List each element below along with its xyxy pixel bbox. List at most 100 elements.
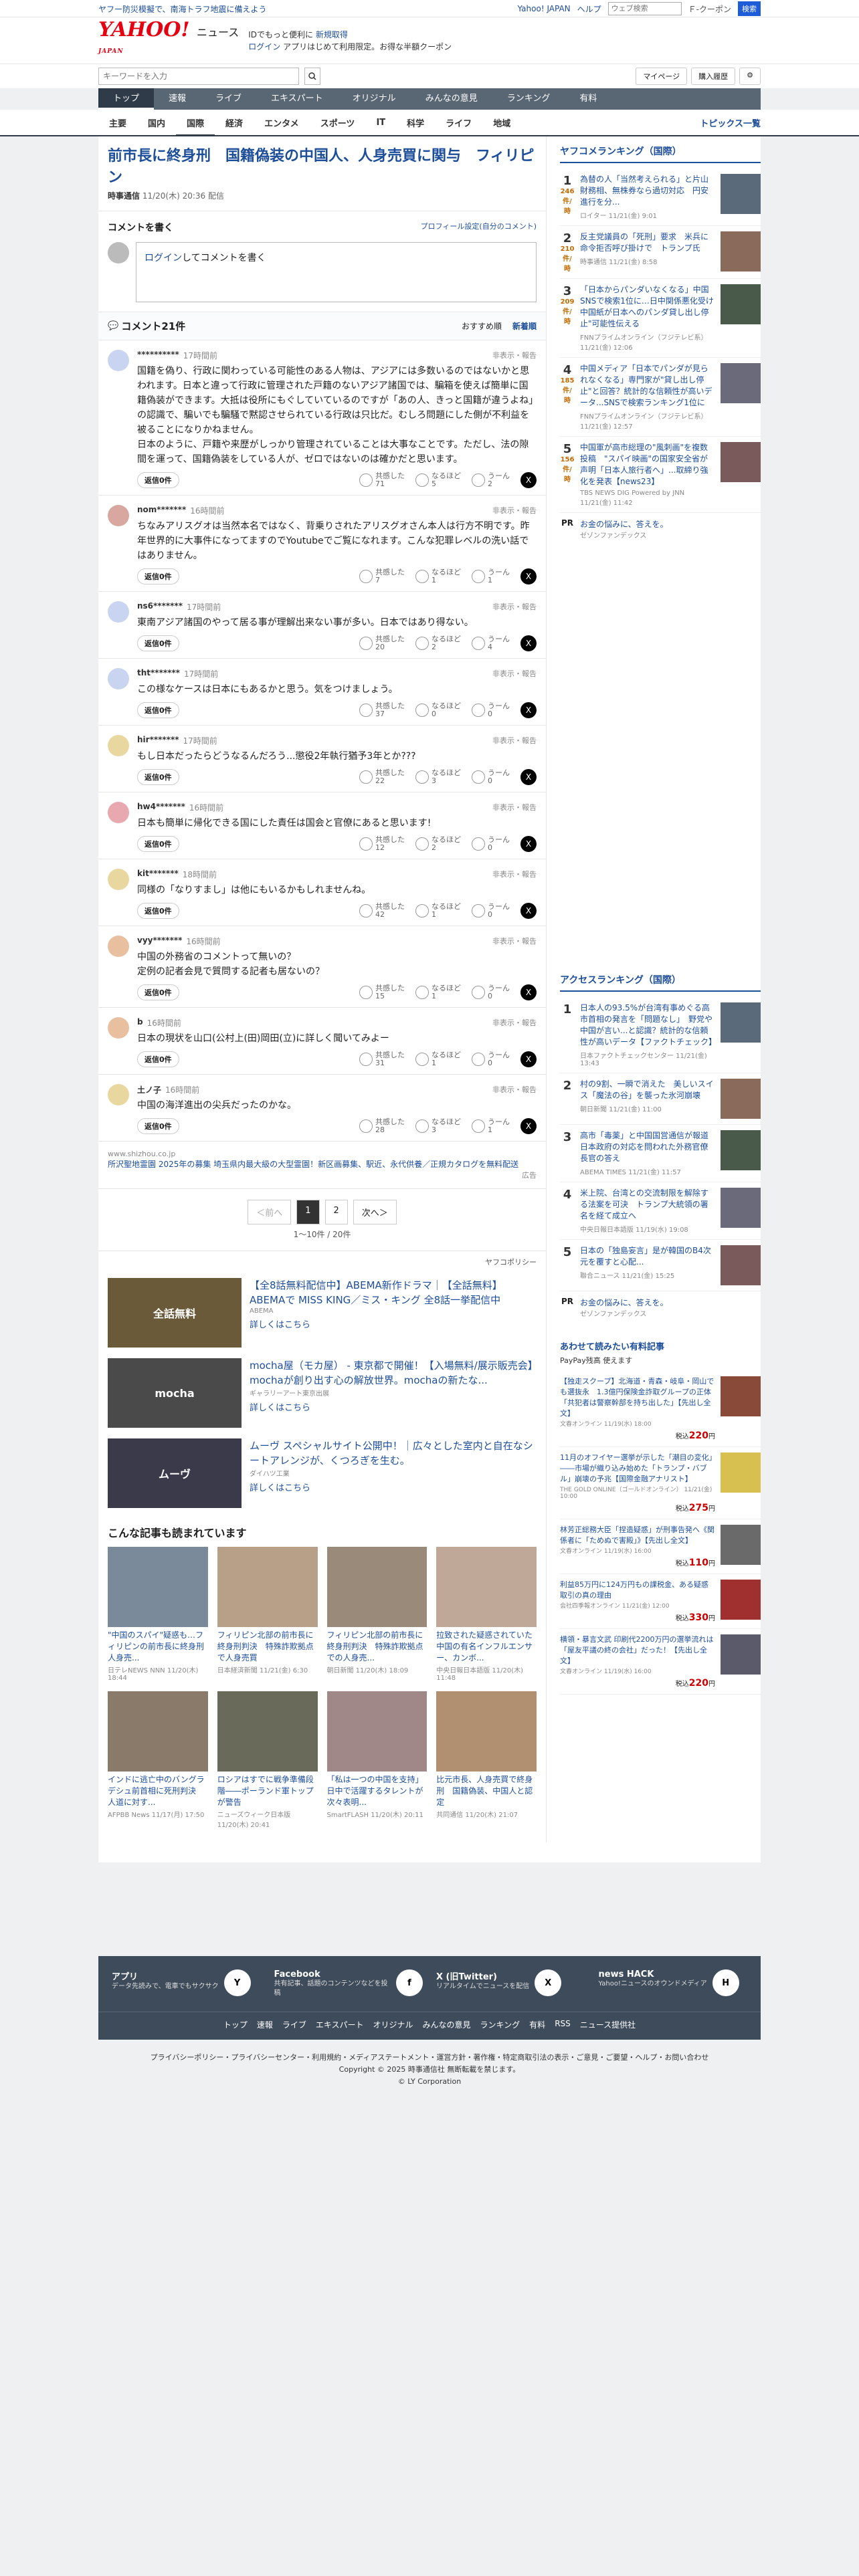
report-link[interactable]: 非表示・報告 [492, 936, 537, 947]
app-icon[interactable]: X [535, 1969, 562, 1996]
paid-title[interactable]: 横領・暴言文武 印刷代2200万円の選挙流れは「屋友平議の終の会社」だった！【先… [560, 1634, 715, 1667]
comment-login-link[interactable]: ログイン [145, 253, 182, 263]
rank-title[interactable]: 為替の人「当然考えられる」と片山財務相、無株券なら過切対応 円安進行を分... [580, 174, 715, 208]
subnav-item[interactable]: 経済 [215, 116, 254, 129]
hmm-button[interactable]: うーん 2 [472, 472, 510, 488]
x-share-icon[interactable]: X [520, 1051, 537, 1067]
rank-title[interactable]: 日本人の93.5%が台湾有事めぐる高市首相の発言を「問題なし」 野党や中国が言い… [580, 1002, 717, 1048]
paid-item[interactable]: 11月のオフイヤー選挙が示した「潮目の変化」――市場が織り込み始めた「トランプ・… [560, 1447, 761, 1519]
login-link[interactable]: ログイン [248, 42, 280, 51]
think-button[interactable]: なるほど 1 [415, 1051, 461, 1067]
access-pr[interactable]: PR お金の悩みに、答えを。 ゼゾンファンデックス [560, 1291, 761, 1323]
yahoo-news-logo[interactable]: YAHOO! ニュース JAPAN [98, 20, 239, 61]
pr-title[interactable]: お金の悩みに、答えを。 [580, 1298, 668, 1307]
next-page-button[interactable]: 次へ＞ [353, 1200, 397, 1224]
paid-thumbnail[interactable] [721, 1376, 761, 1416]
gnav-item[interactable]: 速報 [154, 88, 201, 110]
footer-app[interactable]: news HACK Yahoo!ニュースのオウンドメディア H [599, 1969, 748, 1998]
ranking-item[interactable]: 3 209 件/時 「日本からパンダいなくなる」中国SNSで検索1位に…日中関係悪化受… [560, 279, 761, 358]
related-thumbnail[interactable] [108, 1547, 208, 1627]
legal-links[interactable]: プライバシーポリシー・プライバシーセンター・利用規約・メディアステートメント・運… [98, 2052, 761, 2064]
yahoo-japan-link[interactable]: Yahoo! JAPAN [518, 4, 571, 13]
paid-item[interactable]: 利益85万円に124万円もの課税金、ある疑惑取引の真の理由 会社四季報オンライン … [560, 1574, 761, 1629]
related-item[interactable]: フィリピン北部の前市長に終身刑判決 特殊詐欺拠点で人身売買 日本経済新聞 11/2… [217, 1547, 318, 1682]
x-share-icon[interactable]: X [520, 1118, 537, 1134]
subnav-item[interactable]: IT [365, 118, 396, 128]
think-button[interactable]: なるほど 1 [415, 984, 461, 1000]
footer-link[interactable]: オリジナル [373, 2019, 413, 2030]
subnav-item[interactable]: ライフ [435, 116, 482, 129]
rank-title[interactable]: 村の9割、一瞬で消えた 美しいスイス「魔法の谷」を襲った氷河崩壊 [580, 1079, 715, 1101]
ad-unit[interactable]: 全話無料 【全8話無料配信中】ABEMA新作ドラマ｜【全話無料】ABEMAで MI… [98, 1273, 546, 1353]
related-item[interactable]: ロシアはすでに戦争準備段階――ポーランド軍トップが警告 ニューズウィーク日本版 1… [217, 1691, 318, 1829]
related-thumbnail[interactable] [436, 1547, 537, 1627]
report-link[interactable]: 非表示・報告 [492, 668, 537, 679]
reply-button[interactable]: 返信0件 [137, 769, 179, 785]
report-link[interactable]: 非表示・報告 [492, 1084, 537, 1095]
subnav-item[interactable]: 国際 [176, 109, 215, 136]
app-icon[interactable]: Y [223, 1969, 251, 1996]
comment-user[interactable]: nom******* [137, 505, 186, 516]
gnav-item[interactable]: ライブ [201, 88, 256, 110]
hmm-button[interactable]: うーん 0 [472, 1051, 510, 1067]
x-share-icon[interactable]: X [520, 769, 537, 785]
gnav-item[interactable]: 有料 [565, 88, 611, 110]
footer-link[interactable]: ニュース提供社 [580, 2019, 636, 2030]
paid-thumbnail[interactable] [721, 1453, 761, 1493]
paid-thumbnail[interactable] [721, 1580, 761, 1620]
x-share-icon[interactable]: X [520, 836, 537, 852]
rank-title[interactable]: 中国軍が高市総理の"風刺画"を複数投稿 "スパイ映画"の国家安全省が声明「日本人… [580, 442, 715, 488]
report-link[interactable]: 非表示・報告 [492, 802, 537, 813]
footer-link[interactable]: エキスパート [316, 2019, 364, 2030]
ad-unit[interactable]: mocha mocha屋（モカ屋） - 東京都で開催！【入場無料/展示販売会】mo… [98, 1353, 546, 1433]
paid-title[interactable]: 11月のオフイヤー選挙が示した「潮目の変化」――市場が織り込み始めた「トランプ・… [560, 1453, 715, 1485]
reply-button[interactable]: 返信0件 [137, 836, 179, 852]
mypage-button[interactable]: マイページ [636, 68, 688, 85]
x-share-icon[interactable]: X [520, 568, 537, 584]
related-item[interactable]: 比元市長、人身売買で終身刑 国籍偽装、中国人と認定 共同通信 11/20(木) 2… [436, 1691, 537, 1829]
subnav-item[interactable]: スポーツ [310, 116, 366, 129]
agree-button[interactable]: 共感した 12 [359, 836, 405, 852]
agree-button[interactable]: 共感した 20 [359, 635, 405, 651]
article-title[interactable]: 前市長に終身刑 国籍偽装の中国人、人身売買に関与 フィリピン [98, 136, 546, 189]
comment-user[interactable]: 土ノ子 [137, 1084, 161, 1095]
ranking-item[interactable]: 2 210 件/時 反主党議員の「死刑」要求 米兵に命令拒否呼び掛けで トランプ氏 時事… [560, 226, 761, 279]
think-button[interactable]: なるほど 2 [415, 836, 461, 852]
paid-item[interactable]: 横領・暴言文武 印刷代2200万円の選挙流れは「屋友平議の終の会社」だった！【先… [560, 1629, 761, 1695]
prev-page-button[interactable]: ＜前へ [248, 1200, 292, 1224]
footer-link[interactable]: ライブ [282, 2019, 306, 2030]
x-share-icon[interactable]: X [520, 903, 537, 919]
think-button[interactable]: なるほど 1 [415, 568, 461, 584]
rank-thumbnail[interactable] [721, 1130, 761, 1170]
comment-user[interactable]: hir******* [137, 735, 179, 746]
comment-ad[interactable]: www.shizhou.co.jp 所沢聖地霊園 2025年の募集 埼玉県内最大… [98, 1142, 546, 1189]
app-icon[interactable]: f [396, 1969, 423, 1996]
ad-title[interactable]: ムーヴ スペシャルサイト公開中！｜広々とした室内と自在なシートアレンジが、くつろ… [250, 1438, 537, 1468]
rank-title[interactable]: 高市「毒薬」と中国国営通信が報道 日本政府の対応を問われた外務官僚長官の答え [580, 1130, 715, 1164]
reply-button[interactable]: 返信0件 [137, 1118, 179, 1134]
related-thumbnail[interactable] [326, 1691, 427, 1772]
gear-icon[interactable]: ⚙ [739, 68, 761, 85]
related-thumbnail[interactable] [436, 1691, 537, 1772]
think-button[interactable]: なるほど 3 [415, 769, 461, 785]
footer-app[interactable]: Facebook 共有記事、話題のコンテンツなどを投稿 f [274, 1969, 423, 1998]
x-share-icon[interactable]: X [520, 635, 537, 651]
comment-user[interactable]: ********** [137, 350, 179, 361]
think-button[interactable]: なるほど 5 [415, 472, 461, 488]
x-share-icon[interactable]: X [520, 984, 537, 1000]
think-button[interactable]: なるほど 2 [415, 635, 461, 651]
rank-thumbnail[interactable] [721, 284, 761, 324]
x-share-icon[interactable]: X [520, 472, 537, 488]
footer-link[interactable]: トップ [223, 2019, 248, 2030]
profile-settings-link[interactable]: プロフィール設定(自分のコメント) [421, 221, 537, 234]
x-share-icon[interactable]: X [520, 702, 537, 718]
rank-title[interactable]: 反主党議員の「死刑」要求 米兵に命令拒否呼び掛けで トランプ氏 [580, 231, 715, 254]
footer-link[interactable]: ランキング [480, 2019, 520, 2030]
ranking-item[interactable]: 2 村の9割、一瞬で消えた 美しいスイス「魔法の谷」を襲った氷河崩壊 朝日新聞 11… [560, 1073, 761, 1125]
hmm-button[interactable]: うーん 1 [472, 1118, 510, 1134]
related-title[interactable]: 「私は一つの中国を支持」日中で活躍するタレントが次々表明... [327, 1774, 427, 1809]
reply-button[interactable]: 返信0件 [137, 903, 179, 919]
agree-button[interactable]: 共感した 37 [359, 702, 405, 718]
ad-image[interactable]: mocha [108, 1358, 242, 1428]
hmm-button[interactable]: うーん 0 [472, 836, 510, 852]
